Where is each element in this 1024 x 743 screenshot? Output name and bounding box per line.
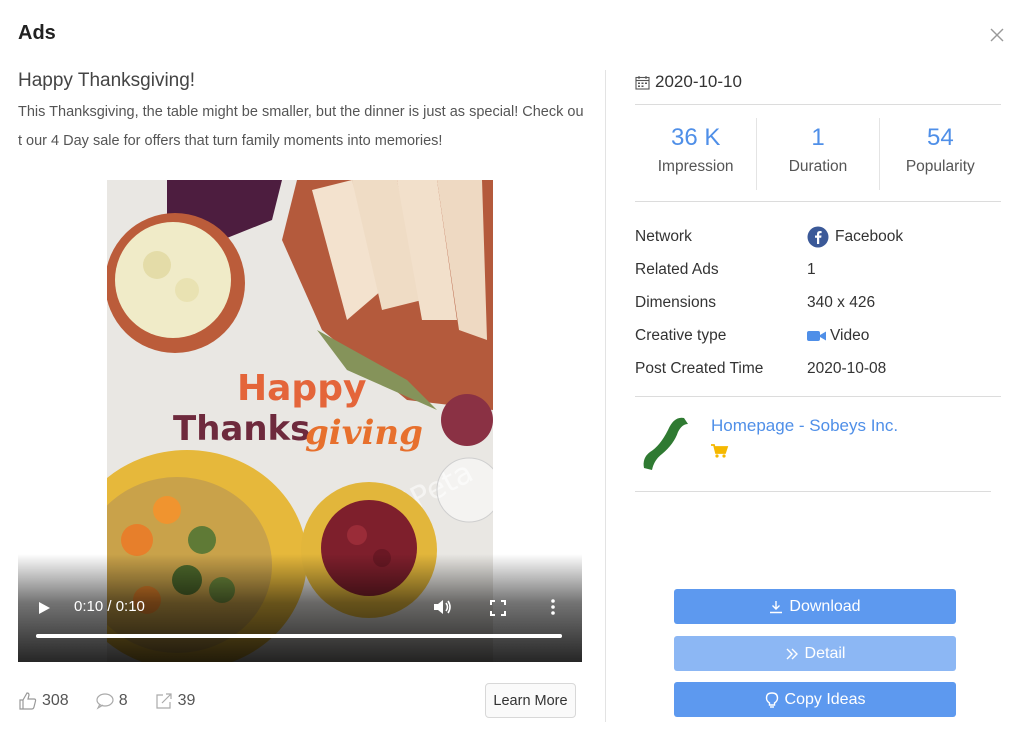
image-text-happy: Happy — [237, 368, 366, 409]
info-row-dimensions: Dimensions 340 x 426 — [635, 286, 1001, 319]
info-value: 340 x 426 — [807, 293, 876, 311]
creative-type-value: Video — [830, 326, 870, 344]
info-row-related-ads: Related Ads 1 — [635, 253, 1001, 286]
detail-label: Detail — [804, 644, 846, 662]
ad-details: 2020-10-10 — [635, 70, 1001, 105]
download-button[interactable]: Download — [674, 589, 956, 624]
ad-info-table: Network Facebook Related Ads 1 Dimension… — [635, 220, 1001, 385]
copy-ideas-button[interactable]: Copy Ideas — [674, 682, 956, 717]
ad-title: Happy Thanksgiving! — [18, 70, 196, 91]
column-divider — [605, 70, 606, 722]
ad-body-text: This Thanksgiving, the table might be sm… — [18, 104, 584, 149]
ad-date-value: 2020-10-10 — [655, 72, 742, 91]
info-value: Facebook — [807, 226, 903, 248]
info-key: Network — [635, 227, 692, 245]
play-icon[interactable] — [36, 600, 52, 616]
shopping-cart-icon — [711, 444, 729, 458]
share-icon — [156, 693, 172, 709]
learn-more-button[interactable]: Learn More — [485, 683, 576, 718]
info-row-creative-type: Creative type Video — [635, 319, 1001, 352]
advertiser-logo — [643, 417, 688, 470]
engagement-stats: 308 8 39 — [18, 688, 221, 714]
metric-label: Duration — [788, 158, 848, 175]
comment-icon — [96, 693, 114, 710]
close-icon[interactable] — [988, 26, 1006, 44]
copy-ideas-label: Copy Ideas — [784, 690, 866, 708]
shares-stat: 39 — [154, 691, 196, 711]
video-camera-icon — [807, 330, 826, 341]
info-value: Video — [807, 327, 869, 345]
detail-button[interactable]: Detail — [674, 636, 956, 671]
info-key: Related Ads — [635, 260, 719, 278]
calendar-icon — [635, 75, 650, 90]
video-time: 0:10 / 0:10 — [74, 598, 145, 615]
modal-title: Ads — [18, 22, 56, 44]
comments-stat: 8 — [95, 691, 128, 711]
video-player[interactable]: Happy Thanks giving SocialPeta 0:10 / 0 — [18, 180, 582, 662]
image-text-giving: giving — [305, 413, 423, 453]
advertiser-card: Homepage - Sobeys Inc. — [636, 408, 996, 478]
ad-date: 2020-10-10 — [635, 70, 1001, 94]
comments-count: 8 — [118, 692, 128, 709]
advertiser-link[interactable]: Homepage - Sobeys Inc. — [711, 416, 898, 436]
metrics-row: 36 K Impression 1 Duration 54 Popularity — [635, 118, 1001, 190]
ad-content: Happy Thanksgiving! This Thanksgiving, t… — [18, 70, 584, 156]
divider — [635, 104, 1001, 105]
info-key: Post Created Time — [635, 359, 764, 377]
facebook-icon — [807, 226, 829, 247]
download-label: Download — [789, 597, 861, 615]
download-icon — [770, 600, 783, 613]
metric-value: 36 K — [670, 124, 721, 151]
metric-value: 1 — [811, 124, 825, 151]
metric-label: Impression — [657, 158, 734, 175]
network-name: Facebook — [835, 227, 904, 245]
fullscreen-icon[interactable] — [490, 600, 506, 616]
info-row-network: Network Facebook — [635, 220, 1001, 253]
metric-label: Popularity — [905, 158, 975, 175]
metric-impression: 36 K Impression — [635, 118, 758, 190]
image-text-thanks: Thanks — [173, 409, 310, 449]
likes-stat: 308 — [18, 691, 69, 711]
double-chevron-right-icon — [786, 648, 798, 659]
more-options-icon[interactable] — [548, 598, 558, 616]
info-value: 1 — [807, 260, 816, 278]
shares-count: 39 — [177, 692, 196, 709]
lightbulb-icon — [765, 691, 778, 708]
video-progress-bar[interactable] — [36, 634, 562, 638]
volume-icon[interactable] — [432, 598, 452, 616]
info-value: 2020-10-08 — [807, 359, 887, 377]
divider — [635, 201, 1001, 202]
likes-count: 308 — [42, 692, 69, 709]
divider — [635, 396, 1001, 397]
metric-value: 54 — [926, 124, 954, 151]
info-row-post-created: Post Created Time 2020-10-08 — [635, 352, 1001, 385]
metric-duration: 1 Duration — [757, 118, 880, 190]
thumbs-up-icon — [19, 692, 37, 710]
divider — [635, 491, 991, 492]
info-key: Dimensions — [635, 293, 716, 311]
info-key: Creative type — [635, 326, 727, 344]
metric-popularity: 54 Popularity — [880, 118, 1001, 190]
video-progress-fill — [36, 634, 562, 638]
